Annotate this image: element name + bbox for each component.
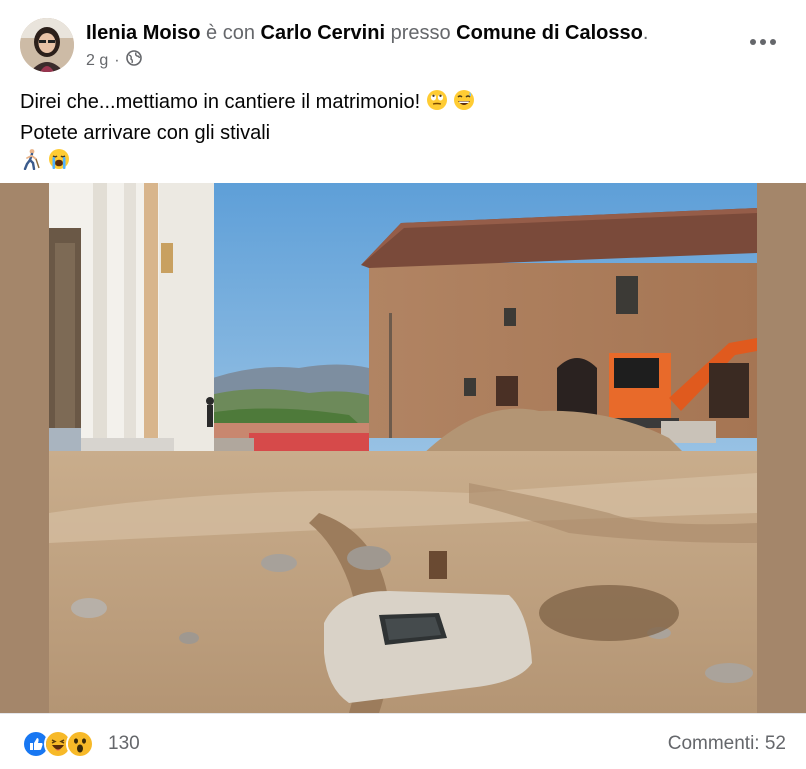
more-options-icon[interactable] — [750, 32, 776, 52]
wow-icon — [66, 730, 94, 758]
post-photo[interactable] — [49, 183, 757, 713]
meta-separator: · — [114, 51, 120, 69]
face-with-rolling-eyes-icon — [426, 89, 448, 119]
facebook-post: Ilenia Moiso è con Carlo Cervini presso … — [0, 0, 806, 769]
post-meta: 2 g · — [86, 50, 142, 71]
loudly-crying-face-icon — [48, 148, 70, 178]
place-name[interactable]: Comune di Calosso — [456, 22, 643, 44]
at-text: presso — [390, 22, 451, 44]
grinning-face-with-sweat-icon — [453, 89, 475, 119]
post-header: Ilenia Moiso è con Carlo Cervini presso … — [0, 0, 806, 80]
author-name[interactable]: Ilenia Moiso — [86, 22, 200, 44]
post-line-1-text: Direi che...mettiamo in cantiere il matr… — [20, 91, 421, 113]
post-title-line: Ilenia Moiso è con Carlo Cervini presso … — [86, 21, 648, 45]
post-text-line-2: Potete arrivare con gli stivali — [20, 122, 271, 144]
post-text-line-3 — [20, 147, 475, 178]
reaction-count[interactable]: 130 — [108, 733, 140, 755]
comments-count[interactable]: Commenti: 52 — [668, 733, 786, 755]
globe-icon — [125, 50, 142, 71]
with-text: è con — [206, 22, 255, 44]
tagged-person[interactable]: Carlo Cervini — [261, 22, 385, 44]
title-period: . — [642, 22, 649, 44]
post-text: Direi che...mettiamo in cantiere il matr… — [20, 88, 475, 178]
post-time[interactable]: 2 g — [86, 52, 108, 70]
post-footer: 130 Commenti: 52 — [0, 713, 806, 769]
person-walking-icon — [20, 148, 42, 178]
reaction-icons[interactable] — [22, 730, 94, 758]
post-text-line-1: Direi che...mettiamo in cantiere il matr… — [20, 88, 475, 119]
author-avatar[interactable] — [20, 18, 74, 72]
